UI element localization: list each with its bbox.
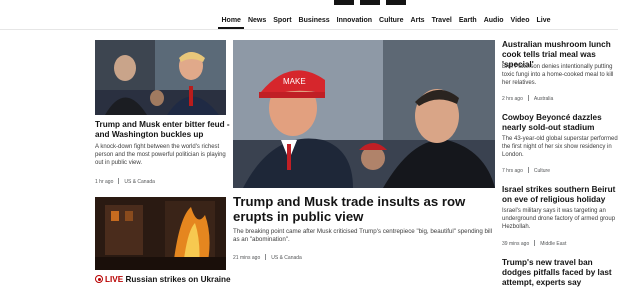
nav-item-innovation[interactable]: Innovation <box>333 16 375 29</box>
nav-item-video[interactable]: Video <box>507 16 533 29</box>
nav-item-live[interactable]: Live <box>533 16 554 29</box>
meta-separator <box>118 178 120 184</box>
nav-item-business[interactable]: Business <box>295 16 333 29</box>
meta-separator <box>527 167 529 173</box>
main-story-image[interactable]: MAKE <box>233 40 495 188</box>
main-story-meta: 21 mins ago US & Canada <box>233 254 302 261</box>
section-link[interactable]: US & Canada <box>271 255 302 261</box>
right-story-meta: 7 hrs ago Culture <box>502 167 550 174</box>
right-story-meta: 2 hrs ago Australia <box>502 95 553 102</box>
svg-text:MAKE: MAKE <box>283 77 306 86</box>
nav-item-travel[interactable]: Travel <box>428 16 455 29</box>
brand-logo-block <box>360 0 380 5</box>
brand-logo[interactable] <box>334 0 406 5</box>
nav-divider <box>0 28 618 30</box>
right-story-summary: Erin Patterson denies intentionally putt… <box>502 64 614 86</box>
live-badge: LIVE <box>105 275 124 284</box>
right-story-headline[interactable]: Israel strikes southern Beirut on eve of… <box>502 185 618 205</box>
meta-separator <box>527 95 529 101</box>
left-top-story-image[interactable] <box>95 40 226 115</box>
left-bottom-story-title: Russian strikes on Ukraine <box>125 275 231 284</box>
section-link[interactable]: US & Canada <box>124 179 155 185</box>
right-story-meta: 39 mins ago Middle East <box>502 240 566 247</box>
nav-item-culture[interactable]: Culture <box>376 16 408 29</box>
nav-item-arts[interactable]: Arts <box>407 16 428 29</box>
main-navigation: Home News Sport Business Innovation Cult… <box>218 16 554 29</box>
section-link[interactable]: Australia <box>534 96 553 102</box>
left-top-story-summary: A knock-down fight between the world's r… <box>95 144 226 166</box>
timestamp: 7 hrs ago <box>502 168 523 174</box>
nav-item-earth[interactable]: Earth <box>455 16 480 29</box>
nav-item-audio[interactable]: Audio <box>480 16 507 29</box>
right-story-summary: Israel's military says it was targeting … <box>502 208 616 230</box>
main-story-headline[interactable]: Trump and Musk trade insults as row erup… <box>233 194 495 224</box>
brand-logo-block <box>386 0 406 5</box>
right-story-headline[interactable]: Cowboy Beyoncé dazzles nearly sold-out s… <box>502 113 618 133</box>
meta-separator <box>265 254 267 260</box>
right-story-headline[interactable]: Trump's new travel ban dodges pitfalls f… <box>502 258 618 288</box>
nav-item-sport[interactable]: Sport <box>270 16 295 29</box>
timestamp: 2 hrs ago <box>502 96 523 102</box>
left-top-story-headline[interactable]: Trump and Musk enter bitter feud - and W… <box>95 120 233 140</box>
nav-item-news[interactable]: News <box>244 16 269 29</box>
section-link[interactable]: Middle East <box>540 241 566 247</box>
main-story-summary: The breaking point came after Musk criti… <box>233 228 493 243</box>
right-story-summary: The 43-year-old global superstar perform… <box>502 136 618 158</box>
brand-logo-block <box>334 0 354 5</box>
left-bottom-story-headline[interactable]: LIVE Russian strikes on Ukraine <box>95 275 235 285</box>
timestamp: 39 mins ago <box>502 241 530 247</box>
meta-separator <box>534 240 536 246</box>
timestamp: 21 mins ago <box>233 255 261 261</box>
nav-item-home[interactable]: Home <box>218 16 245 29</box>
live-icon <box>95 275 103 283</box>
left-top-story-meta: 1 hr ago US & Canada <box>95 178 155 185</box>
section-link[interactable]: Culture <box>534 168 550 174</box>
left-bottom-story-image[interactable] <box>95 197 226 270</box>
timestamp: 1 hr ago <box>95 179 114 185</box>
